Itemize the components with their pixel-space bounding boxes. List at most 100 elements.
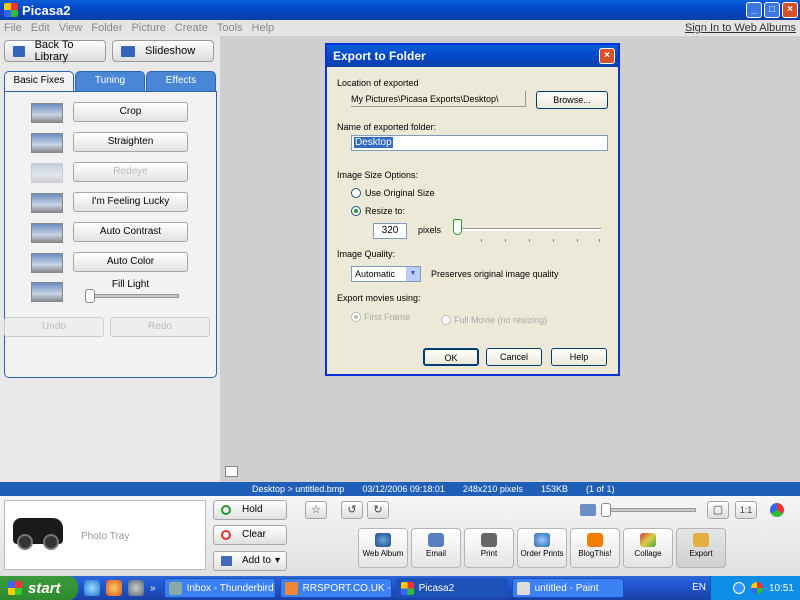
photo-dimensions: 248x210 pixels xyxy=(462,484,523,494)
browse-button[interactable]: Browse... xyxy=(536,91,608,109)
tab-effects[interactable]: Effects xyxy=(146,71,216,91)
collage-button[interactable]: Collage xyxy=(623,528,673,568)
undo-button: Undo xyxy=(4,317,104,337)
rotate-right-button[interactable]: ↻ xyxy=(367,501,389,519)
back-to-library-button[interactable]: Back To Library xyxy=(4,39,106,63)
photo-date: 03/12/2006 09:18:01 xyxy=(362,484,445,494)
tray-photo-thumbnail[interactable] xyxy=(8,504,68,564)
minimize-button[interactable]: _ xyxy=(746,2,762,18)
straighten-button[interactable]: Straighten xyxy=(73,132,188,152)
email-button[interactable]: Email xyxy=(411,528,461,568)
printer-icon xyxy=(481,533,497,547)
photo-file-size: 153KB xyxy=(540,484,568,494)
input-language[interactable]: EN xyxy=(692,582,706,593)
menu-file[interactable]: File xyxy=(4,22,22,34)
image-quality-select[interactable]: Automatic ▼ xyxy=(351,266,421,282)
show-desktop-icon[interactable] xyxy=(84,580,100,596)
resize-width-input[interactable]: 320 xyxy=(373,223,407,239)
sign-in-link[interactable]: Sign In to Web Albums xyxy=(685,22,796,34)
quick-launch-more-icon[interactable]: » xyxy=(150,583,156,594)
start-button[interactable]: start xyxy=(0,576,78,600)
export-button[interactable]: Export xyxy=(676,528,726,568)
zoom-slider-handle[interactable] xyxy=(601,503,611,517)
window-controls: _ □ × xyxy=(746,2,798,18)
auto-contrast-preview-thumbnail xyxy=(31,223,63,243)
export-movies-label: Export movies using: xyxy=(337,293,421,303)
cancel-button[interactable]: Cancel xyxy=(486,348,542,366)
back-arrow-icon xyxy=(13,45,25,57)
add-to-button[interactable]: Add to ▾ xyxy=(213,551,287,571)
use-original-size-label[interactable]: Use Original Size xyxy=(365,188,435,198)
print-button[interactable]: Print xyxy=(464,528,514,568)
folder-name-input[interactable]: Desktop xyxy=(351,135,608,151)
ok-button[interactable]: OK xyxy=(423,348,479,366)
menu-create[interactable]: Create xyxy=(175,22,208,34)
pixels-label: pixels xyxy=(418,225,442,235)
dialog-close-button[interactable]: × xyxy=(599,48,615,64)
slider-tick xyxy=(529,239,530,242)
order-prints-button[interactable]: Order Prints xyxy=(517,528,567,568)
resize-to-label[interactable]: Resize to: xyxy=(365,206,405,216)
add-to-chevron-down-icon: ▾ xyxy=(274,555,280,566)
clear-button[interactable]: Clear xyxy=(213,525,287,545)
picasa-app-icon xyxy=(4,3,18,17)
task-browser[interactable]: RRSPORT.CO.UK - Vi... xyxy=(279,578,392,598)
rotate-left-button[interactable]: ↺ xyxy=(341,501,363,519)
fix-row: I'm Feeling Lucky xyxy=(5,192,216,214)
windows-logo-icon xyxy=(8,581,22,595)
blog-this-button[interactable]: BlogThis! xyxy=(570,528,620,568)
photo-tray-label: Photo Tray xyxy=(81,531,130,542)
full-movie-radio xyxy=(441,315,451,325)
location-label: Location of exported xyxy=(337,78,419,88)
slideshow-button[interactable]: Slideshow xyxy=(112,40,214,62)
star-button[interactable]: ☆ xyxy=(305,501,327,519)
photo-info-bar: Desktop > untitled.bmp 03/12/2006 09:18:… xyxy=(0,482,800,496)
hold-button[interactable]: Hold xyxy=(213,500,287,520)
feeling-lucky-button[interactable]: I'm Feeling Lucky xyxy=(73,192,188,212)
fit-view-button[interactable]: ▢ xyxy=(707,501,729,519)
picasa-color-icon[interactable] xyxy=(770,503,784,517)
network-icon[interactable] xyxy=(732,582,745,594)
caption-toggle-icon[interactable] xyxy=(225,466,238,477)
task-picasa[interactable]: Picasa2 xyxy=(395,578,508,598)
zoom-icon xyxy=(580,504,596,516)
order-prints-icon xyxy=(534,533,550,547)
menu-edit[interactable]: Edit xyxy=(31,22,50,34)
export-to-folder-dialog: Export to Folder × Location of exported … xyxy=(325,43,620,376)
close-button[interactable]: × xyxy=(782,2,798,18)
menu-bar: File Edit View Folder Picture Create Too… xyxy=(0,20,800,36)
clear-icon xyxy=(221,530,231,540)
menu-tools[interactable]: Tools xyxy=(217,22,243,34)
slider-tick xyxy=(577,239,578,242)
menu-help[interactable]: Help xyxy=(252,22,275,34)
chevron-down-icon: ▼ xyxy=(406,267,420,281)
resize-slider[interactable] xyxy=(457,228,601,231)
menu-folder[interactable]: Folder xyxy=(91,22,122,34)
menu-picture[interactable]: Picture xyxy=(132,22,166,34)
tab-basic-fixes[interactable]: Basic Fixes xyxy=(4,71,74,91)
firefox-icon[interactable] xyxy=(106,580,122,596)
dialog-title-bar: Export to Folder × xyxy=(327,45,618,67)
resize-to-radio[interactable] xyxy=(351,206,361,216)
maximize-button[interactable]: □ xyxy=(764,2,780,18)
fix-row: Auto Color xyxy=(5,252,216,274)
fill-light-slider[interactable] xyxy=(85,289,179,303)
fill-light-slider-handle[interactable] xyxy=(85,289,95,303)
title-bar: Picasa2 _ □ × xyxy=(0,0,800,20)
menu-view[interactable]: View xyxy=(59,22,83,34)
tab-tuning[interactable]: Tuning xyxy=(75,71,145,91)
actual-size-button[interactable]: 1:1 xyxy=(735,501,757,519)
crop-button[interactable]: Crop xyxy=(73,102,188,122)
thunderbird-icon[interactable] xyxy=(128,580,144,596)
task-paint[interactable]: untitled - Paint xyxy=(511,578,624,598)
picasa-tray-icon[interactable] xyxy=(750,582,763,594)
web-album-button[interactable]: Web Album xyxy=(358,528,408,568)
auto-contrast-button[interactable]: Auto Contrast xyxy=(73,222,188,242)
image-quality-label: Image Quality: xyxy=(337,249,396,259)
help-button[interactable]: Help xyxy=(551,348,607,366)
use-original-size-radio[interactable] xyxy=(351,188,361,198)
zoom-slider[interactable] xyxy=(601,503,696,517)
resize-slider-handle[interactable] xyxy=(453,219,462,235)
task-thunderbird[interactable]: Inbox - Thunderbird xyxy=(163,578,276,598)
auto-color-button[interactable]: Auto Color xyxy=(73,252,188,272)
